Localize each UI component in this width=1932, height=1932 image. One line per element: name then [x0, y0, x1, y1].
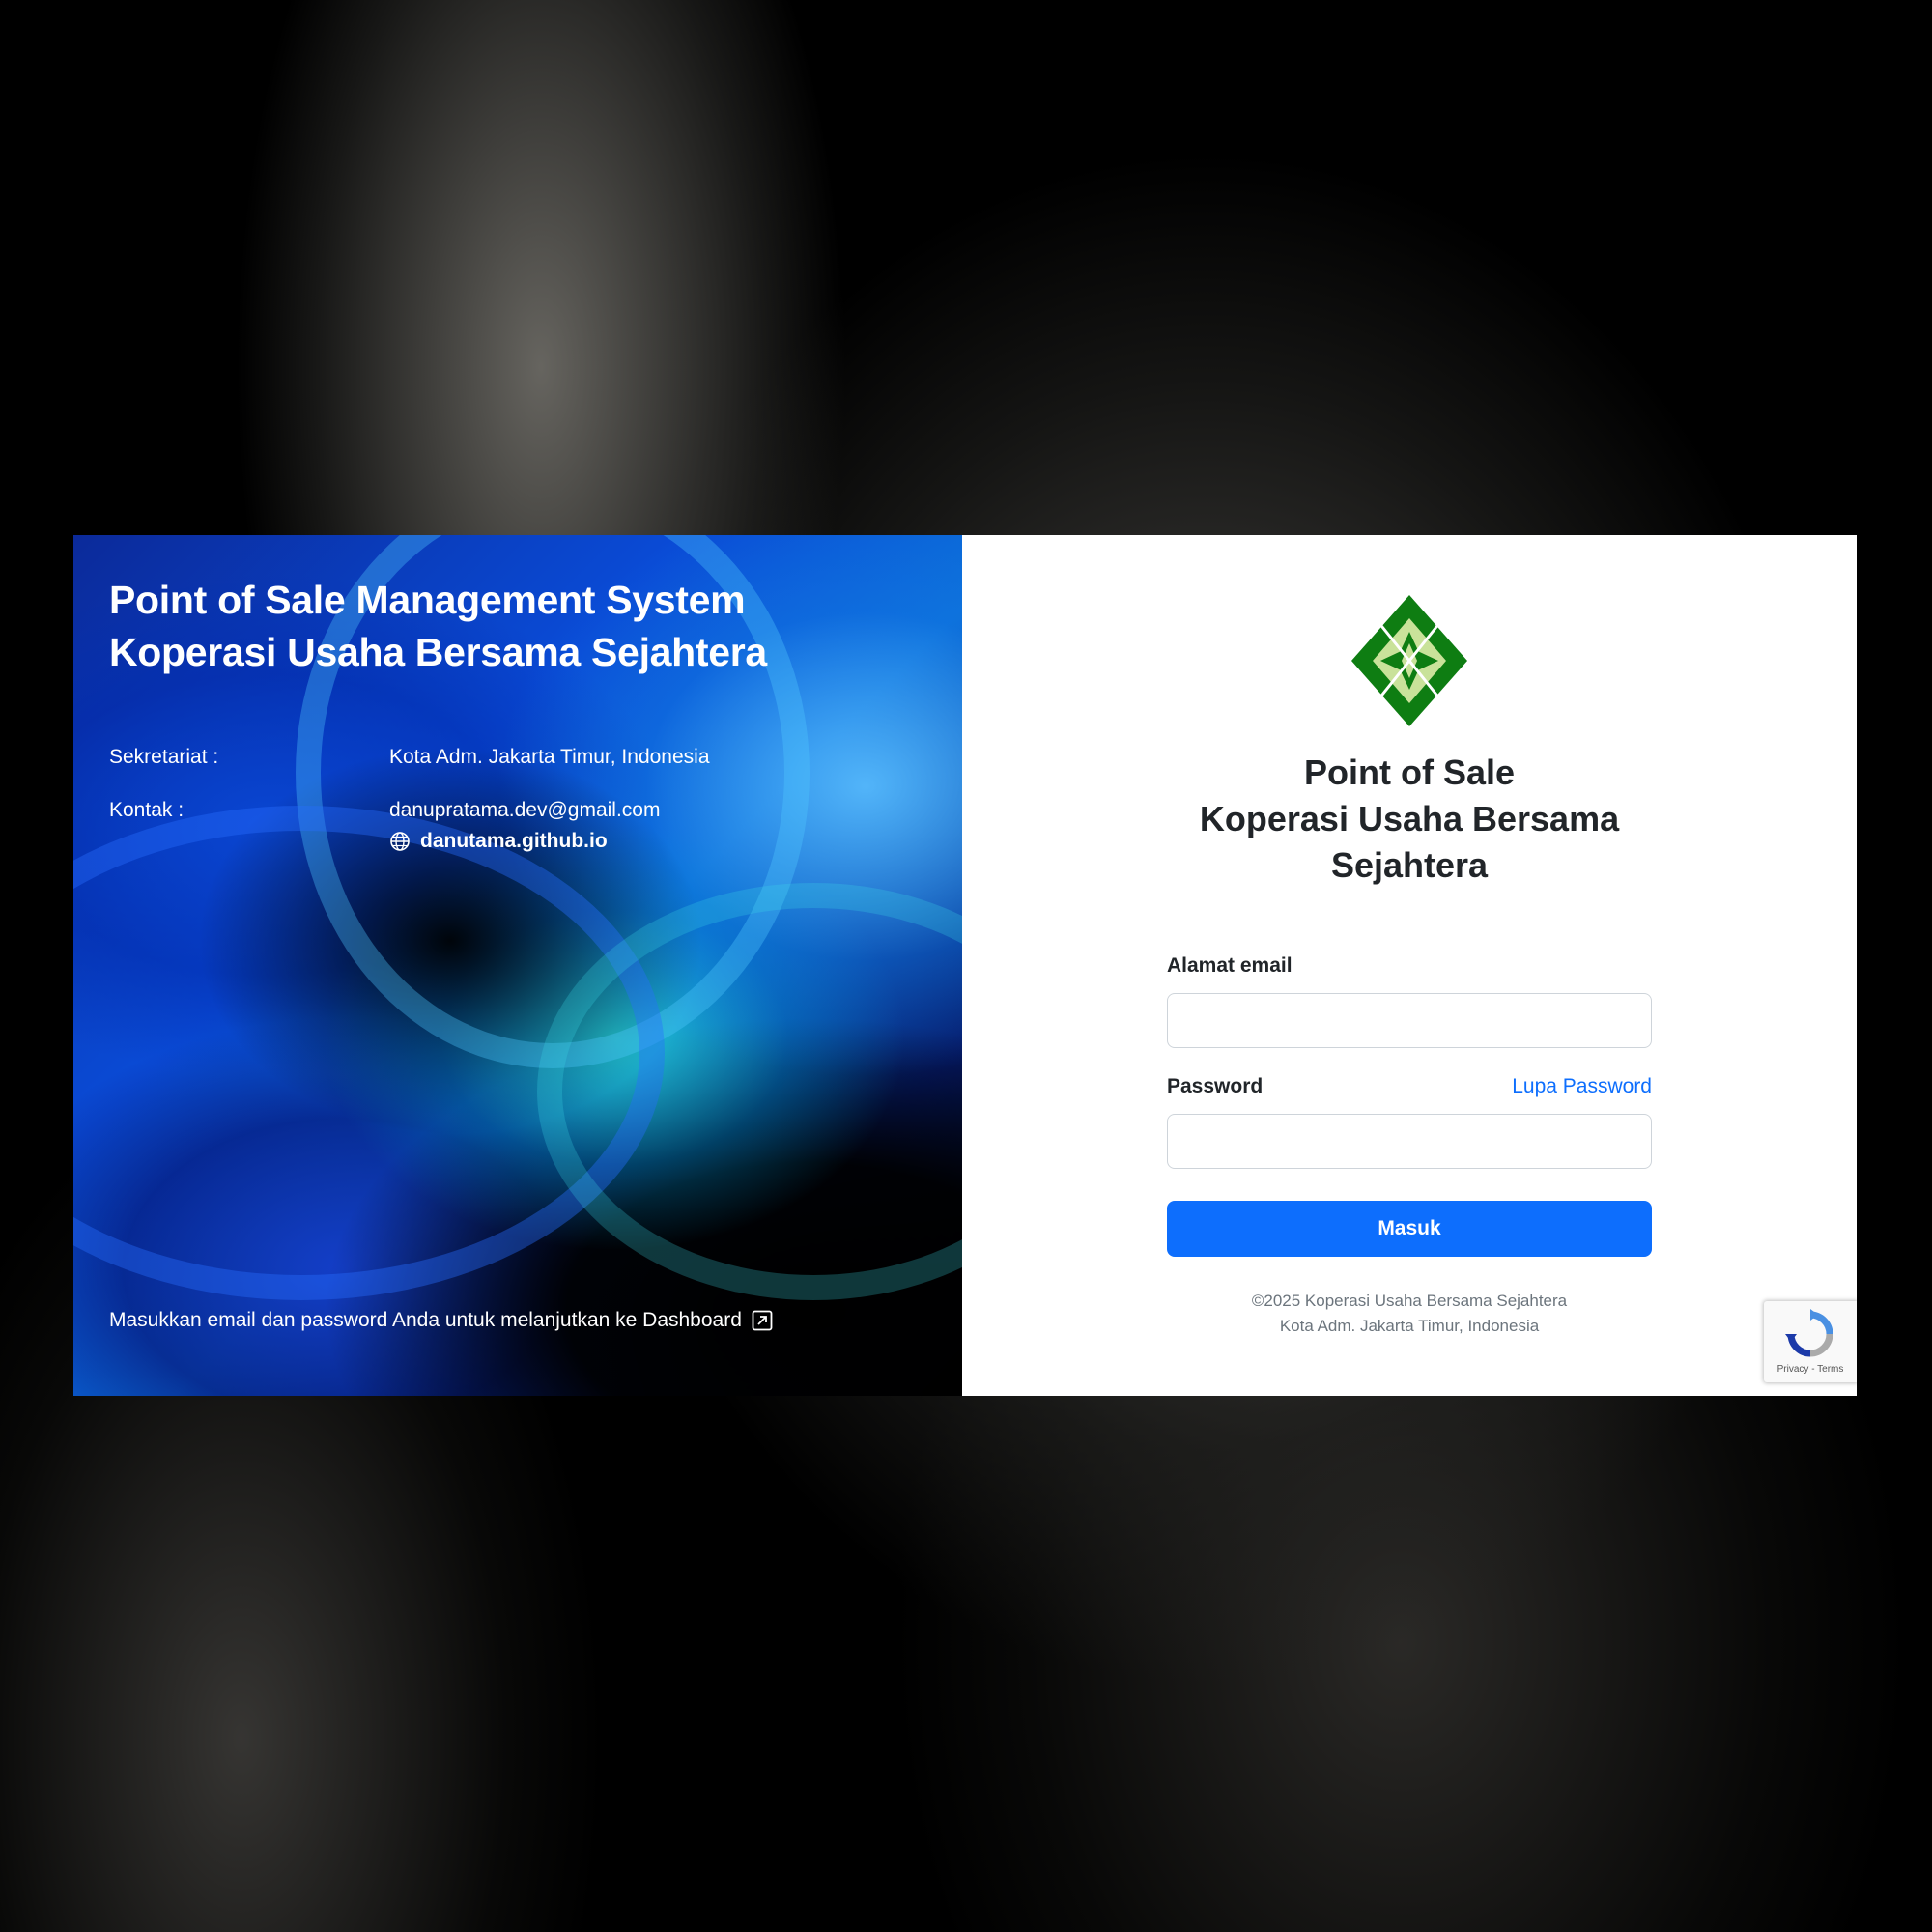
- email-label: Alamat email: [1167, 954, 1293, 977]
- recaptcha-badge[interactable]: Privacy - Terms: [1764, 1301, 1857, 1382]
- app-title-line3: Sejahtera: [1330, 845, 1489, 885]
- login-panel: Point of Sale Koperasi Usaha Bersama Sej…: [962, 535, 1857, 1396]
- system-title-line2: Koperasi Usaha Bersama Sejahtera: [109, 630, 767, 674]
- instruction-label: Masukkan email dan password Anda untuk m…: [109, 1309, 742, 1331]
- website-text: danutama.github.io: [420, 830, 608, 852]
- password-header: Password Lupa Password: [1167, 1073, 1652, 1100]
- system-title: Point of Sale Management System Koperasi…: [109, 574, 767, 678]
- recaptcha-icon: [1785, 1309, 1835, 1359]
- recaptcha-links: Privacy - Terms: [1764, 1364, 1857, 1375]
- email-field[interactable]: [1167, 993, 1652, 1048]
- contact-values: danupratama.dev@gmail.com danutama.githu…: [389, 795, 660, 857]
- terms-link[interactable]: Terms: [1817, 1364, 1843, 1375]
- external-link-icon[interactable]: [752, 1310, 773, 1331]
- website-link[interactable]: danutama.github.io: [389, 826, 660, 857]
- decor-swirl: [537, 883, 962, 1300]
- cooperative-logo: [1350, 593, 1469, 728]
- copyright-line1: ©2025 Koperasi Usaha Bersama Sejahtera: [1251, 1292, 1568, 1310]
- contact-email[interactable]: danupratama.dev@gmail.com: [389, 795, 660, 826]
- app-title-line1: Point of Sale: [1303, 753, 1516, 792]
- copyright-line2: Kota Adm. Jakarta Timur, Indonesia: [1279, 1317, 1540, 1335]
- app-title-line2: Koperasi Usaha Bersama: [1199, 799, 1620, 838]
- secretariat-value: Kota Adm. Jakarta Timur, Indonesia: [389, 746, 710, 768]
- secretariat-label: Sekretariat :: [109, 746, 219, 768]
- recaptcha-separator: -: [1808, 1364, 1818, 1375]
- app-title: Point of Sale Koperasi Usaha Bersama Sej…: [962, 750, 1857, 889]
- contact-label: Kontak :: [109, 799, 185, 821]
- forgot-password-link[interactable]: Lupa Password: [1512, 1073, 1652, 1100]
- system-title-line1: Point of Sale Management System: [109, 578, 746, 622]
- copyright: ©2025 Koperasi Usaha Bersama Sejahtera K…: [962, 1289, 1857, 1339]
- password-label: Password: [1167, 1075, 1264, 1097]
- password-field[interactable]: [1167, 1114, 1652, 1169]
- info-panel: Point of Sale Management System Koperasi…: [73, 535, 962, 1396]
- instruction-text: Masukkan email dan password Anda untuk m…: [109, 1305, 773, 1336]
- login-form: Alamat email Password Lupa Password Masu…: [1167, 952, 1652, 1257]
- globe-icon: [389, 831, 411, 852]
- privacy-link[interactable]: Privacy: [1777, 1364, 1809, 1375]
- login-button[interactable]: Masuk: [1167, 1201, 1652, 1257]
- decor-swirl: [73, 806, 665, 1300]
